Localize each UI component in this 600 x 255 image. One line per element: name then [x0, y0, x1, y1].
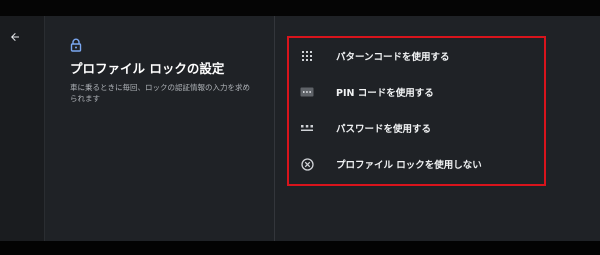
option-label: パスワードを使用する	[336, 124, 432, 135]
navigation-rail	[0, 16, 45, 241]
top-bezel	[0, 0, 600, 16]
pin-keypad-icon	[300, 85, 314, 99]
option-pattern[interactable]: パターンコードを使用する	[300, 45, 520, 67]
option-password[interactable]: パスワードを使用する	[300, 117, 520, 139]
page-description: 車に乗るときに毎回、ロックの認証情報の入力を求められます	[70, 83, 250, 103]
cancel-circle-icon	[300, 157, 314, 171]
back-button[interactable]	[4, 26, 26, 48]
option-label: パターンコードを使用する	[336, 52, 450, 63]
settings-screen: プロファイル ロックの設定 車に乗るときに毎回、ロックの認証情報の入力を求められ…	[0, 16, 600, 241]
bottom-bezel	[0, 241, 600, 255]
option-pin[interactable]: PIN コードを使用する	[300, 81, 520, 103]
arrow-back-icon	[11, 33, 19, 41]
left-panel: プロファイル ロックの設定 車に乗るときに毎回、ロックの認証情報の入力を求められ…	[45, 16, 274, 241]
option-no-lock[interactable]: プロファイル ロックを使用しない	[300, 153, 520, 175]
option-label: プロファイル ロックを使用しない	[336, 160, 482, 171]
option-label: PIN コードを使用する	[336, 88, 434, 99]
password-dots-icon	[300, 121, 314, 135]
options-panel: パターンコードを使用する PIN コードを使用する パスワードを使用する プロフ…	[275, 16, 600, 241]
pattern-grid-icon	[300, 49, 314, 63]
lock-icon	[70, 38, 82, 52]
page-title: プロファイル ロックの設定	[70, 61, 225, 76]
